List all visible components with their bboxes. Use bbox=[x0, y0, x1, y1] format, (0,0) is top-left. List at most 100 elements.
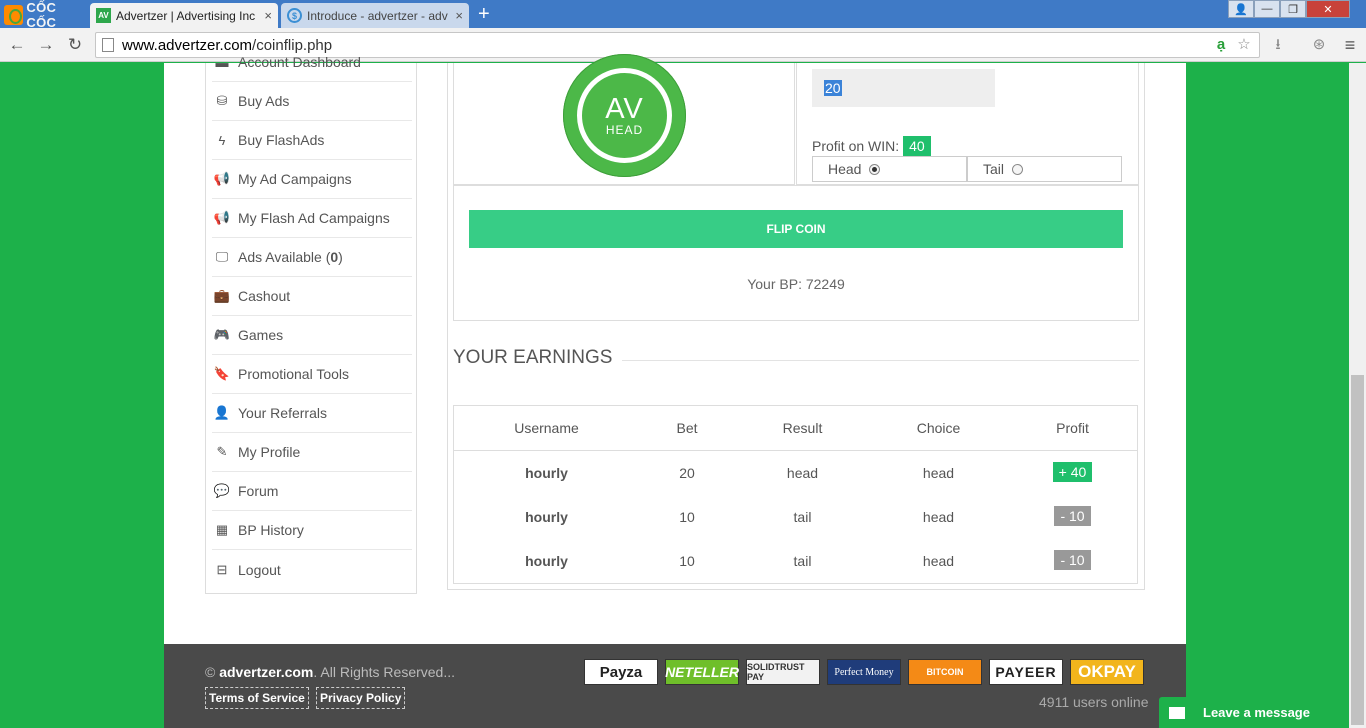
earnings-table: Username Bet Result Choice Profit hourly… bbox=[453, 405, 1138, 584]
comments-icon: 💬 bbox=[213, 483, 231, 498]
close-tab-icon[interactable]: × bbox=[455, 8, 463, 23]
bitcoin-logo: BITCOIN bbox=[908, 659, 982, 685]
coin-side-label: HEAD bbox=[605, 122, 644, 137]
bp-balance: Your BP: 72249 bbox=[747, 276, 845, 292]
column-header: Choice bbox=[916, 420, 961, 436]
close-tab-icon[interactable]: × bbox=[264, 8, 272, 23]
column-header: Bet bbox=[676, 420, 698, 436]
tail-radio[interactable] bbox=[1012, 163, 1024, 175]
sidebar-item-your-referrals[interactable]: 👤 Your Referrals bbox=[212, 394, 412, 433]
bet-amount-input[interactable]: 20 bbox=[812, 69, 995, 107]
column-header: Profit bbox=[1056, 420, 1089, 436]
option-tail-label: Tail bbox=[983, 161, 1005, 177]
profit-label: Profit on WIN: bbox=[812, 138, 900, 154]
star-icon[interactable]: ☆ bbox=[1234, 35, 1254, 55]
row-choice: head bbox=[922, 553, 955, 569]
row-username: hourly bbox=[525, 509, 568, 525]
maximize-button[interactable]: ❐ bbox=[1280, 0, 1306, 18]
browser-brand[interactable]: CỐC CỐC bbox=[0, 0, 88, 30]
profit-badge-win: + 40 bbox=[1052, 462, 1093, 482]
browser-brand-label: CỐC CỐC bbox=[26, 0, 57, 30]
download-icon[interactable]: ⭳ bbox=[1268, 35, 1288, 55]
tab-advertzer[interactable]: AV Advertzer | Advertising Inc × bbox=[90, 3, 278, 28]
user-icon[interactable]: 👤 bbox=[1228, 0, 1254, 18]
row-result: head bbox=[786, 465, 819, 481]
row-bet: 20 bbox=[679, 465, 695, 481]
gamepad-icon: 🎮 bbox=[213, 327, 231, 342]
row-profit: + 40 bbox=[1007, 462, 1138, 482]
flip-coin-button[interactable]: FLIP COIN bbox=[469, 210, 1123, 248]
sidebar-item-games[interactable]: 🎮 Games bbox=[212, 316, 412, 355]
sidebar-item-promotional-tools[interactable]: 🔖 Promotional Tools bbox=[212, 355, 412, 394]
row-choice: head bbox=[922, 509, 955, 525]
profit-badge-loss: - 10 bbox=[1054, 506, 1091, 526]
row-username: hourly bbox=[525, 553, 568, 569]
sidebar-item-account-dashboard[interactable]: ▬ Account Dashboard bbox=[212, 43, 412, 82]
row-profit: - 10 bbox=[1007, 506, 1138, 526]
tab-introduce[interactable]: $ Introduce - advertzer - adv × bbox=[281, 3, 469, 28]
bolt-icon: ϟ bbox=[218, 132, 226, 148]
option-tail[interactable]: Tail bbox=[967, 156, 1122, 182]
payza-logo: Payza bbox=[584, 659, 658, 685]
bookmark-icon: 🔖 bbox=[213, 366, 231, 381]
tab-title: Advertzer | Advertising Inc bbox=[116, 8, 256, 23]
leave-a-message-button[interactable]: Leave a message bbox=[1159, 697, 1339, 728]
sidebar-item-bp-history[interactable]: ▦ BP History bbox=[212, 511, 412, 550]
briefcase-icon: 💼 bbox=[213, 288, 231, 303]
calendar-icon: ▦ bbox=[215, 522, 229, 537]
sidebar-item-my-ad-campaigns[interactable]: 📢 My Ad Campaigns bbox=[212, 160, 412, 199]
back-button[interactable]: ← bbox=[6, 34, 28, 56]
sidebar-item-my-profile[interactable]: ✎ My Profile bbox=[212, 433, 412, 472]
sidebar-item-logout[interactable]: ⊟ Logout bbox=[212, 550, 412, 589]
sidebar-item-forum[interactable]: 💬 Forum bbox=[212, 472, 412, 511]
sidebar-item-buy-flashads[interactable]: ϟ Buy FlashAds bbox=[212, 121, 412, 160]
minimize-button[interactable]: — bbox=[1254, 0, 1280, 18]
row-bet: 10 bbox=[679, 553, 695, 569]
table-header: Username Bet Result Choice Profit bbox=[454, 406, 1137, 451]
sidebar-item-ads-available[interactable]: 🖵 Ads Available (0) bbox=[212, 238, 412, 277]
option-head-label: Head bbox=[828, 161, 862, 177]
close-window-button[interactable]: ✕ bbox=[1306, 0, 1350, 18]
row-username: hourly bbox=[525, 465, 568, 481]
column-header: Result bbox=[782, 420, 823, 436]
logout-icon: ⊟ bbox=[216, 561, 228, 577]
coins-icon: ⛁ bbox=[216, 93, 228, 108]
ads-available-count: 0 bbox=[330, 249, 339, 265]
monitor-icon: 🖵 bbox=[215, 249, 229, 264]
megaphone-icon: 📢 bbox=[213, 171, 231, 186]
menu-icon[interactable]: ≡ bbox=[1340, 35, 1360, 55]
reload-button[interactable]: ↻ bbox=[64, 34, 86, 56]
coin-logo-text: AV bbox=[605, 92, 644, 125]
flip-section bbox=[453, 185, 1139, 321]
coin-image: AV HEAD bbox=[563, 54, 686, 177]
option-head[interactable]: Head bbox=[812, 156, 967, 182]
terms-of-service-link[interactable]: Terms of Service bbox=[205, 687, 309, 709]
sidebar-menu: ▬ Account Dashboard ⛁ Buy Ads ϟ Buy Flas… bbox=[205, 54, 417, 594]
row-profit: - 10 bbox=[1007, 550, 1138, 570]
profit-badge-loss: - 10 bbox=[1054, 550, 1091, 570]
column-header: Username bbox=[514, 420, 579, 436]
new-tab-button[interactable]: + bbox=[478, 4, 500, 24]
window-controls: 👤 — ❐ ✕ bbox=[1228, 0, 1350, 18]
copyright-text: © advertzer.com. All Rights Reserved... bbox=[205, 664, 456, 680]
megaphone-icon: 📢 bbox=[213, 210, 231, 225]
dashboard-icon: ▬ bbox=[215, 54, 229, 70]
coin-ring: AV HEAD bbox=[577, 68, 672, 163]
sidebar-item-cashout[interactable]: 💼 Cashout bbox=[212, 277, 412, 316]
head-radio[interactable] bbox=[869, 163, 881, 175]
forward-button[interactable]: → bbox=[35, 34, 57, 56]
user-icon: 👤 bbox=[213, 405, 231, 420]
coccoc-logo-icon bbox=[4, 5, 24, 25]
extension-icon[interactable]: ⊛ bbox=[1309, 35, 1329, 55]
scrollbar-thumb[interactable] bbox=[1351, 375, 1364, 725]
sidebar-item-my-flash-ad-campaigns[interactable]: 📢 My Flash Ad Campaigns bbox=[212, 199, 412, 238]
tab-title: Introduce - advertzer - adv bbox=[307, 8, 448, 23]
privacy-policy-link[interactable]: Privacy Policy bbox=[316, 687, 406, 709]
translate-icon[interactable]: ạ bbox=[1211, 35, 1231, 55]
dollar-favicon-icon: $ bbox=[287, 8, 302, 23]
row-bet: 10 bbox=[679, 509, 695, 525]
profit-on-win: Profit on WIN: 40 bbox=[812, 136, 931, 156]
row-choice: head bbox=[922, 465, 955, 481]
solidtrust-pay-logo: SOLIDTRUST PAY bbox=[746, 659, 820, 685]
sidebar-item-buy-ads[interactable]: ⛁ Buy Ads bbox=[212, 82, 412, 121]
